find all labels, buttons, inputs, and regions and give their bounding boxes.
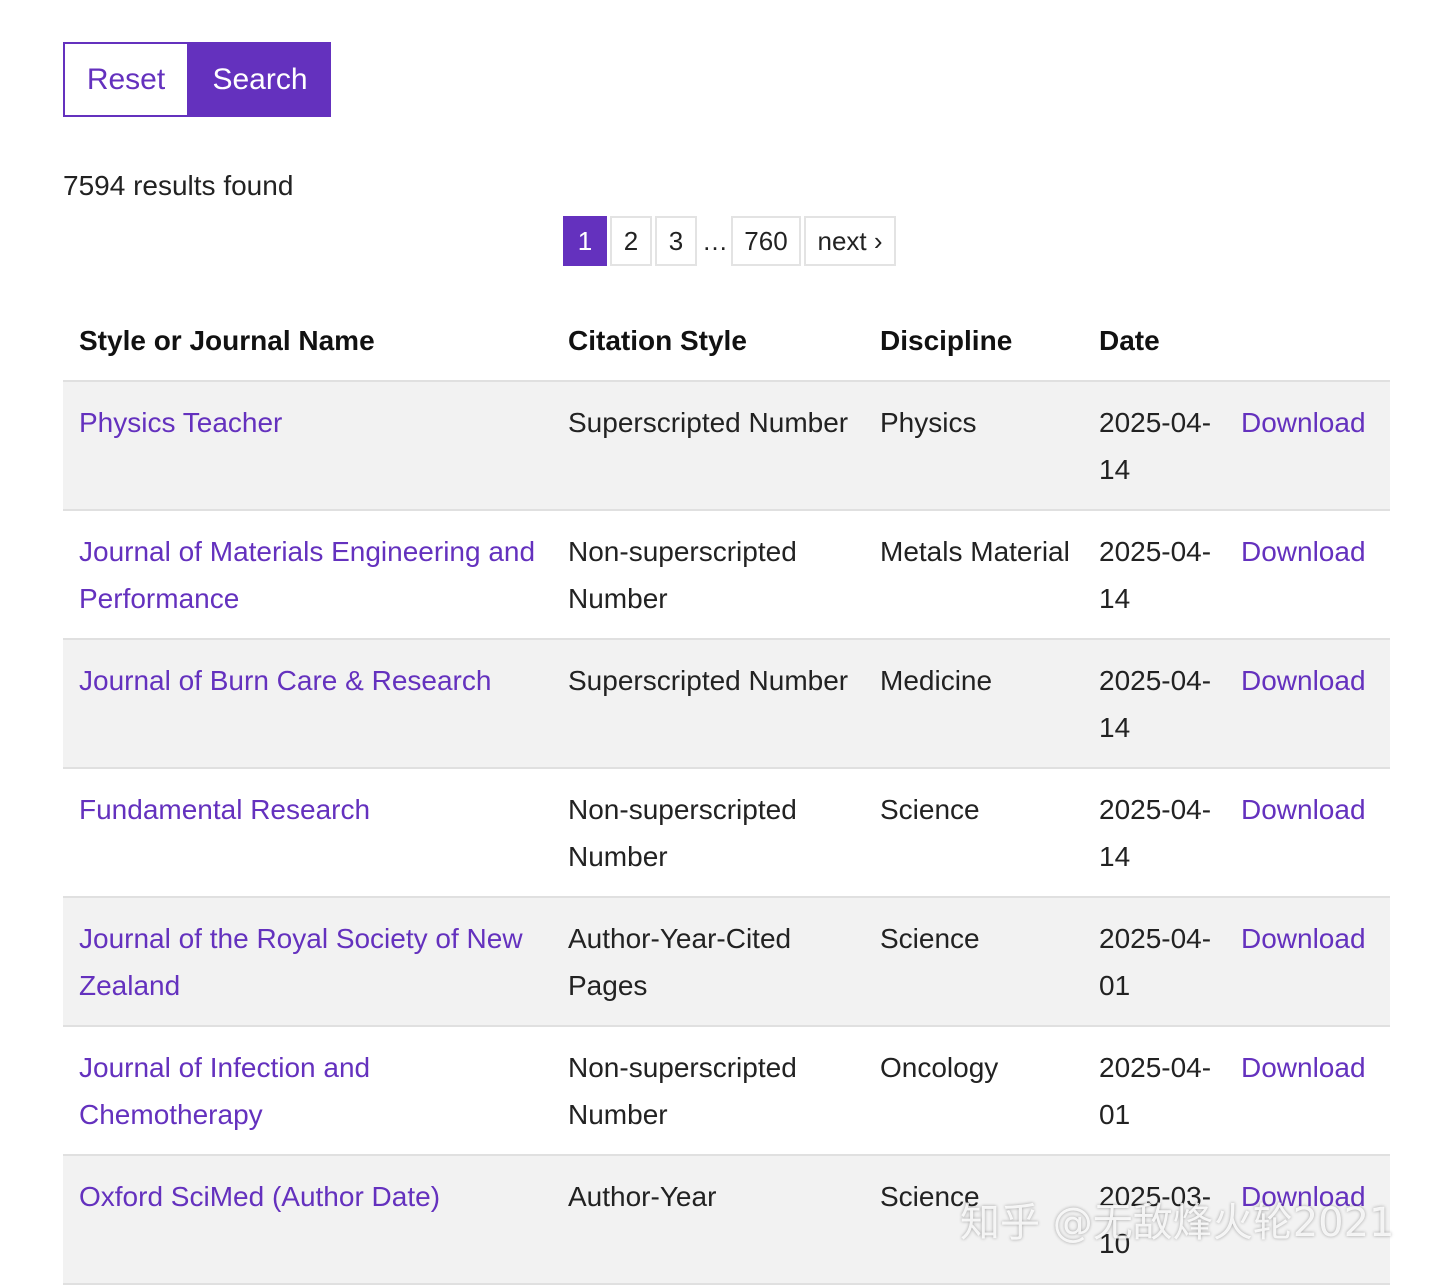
discipline: Science — [864, 1155, 1083, 1285]
discipline: Medicine — [864, 639, 1083, 769]
date: 2025-04-01 — [1083, 1026, 1225, 1156]
discipline: Physics — [864, 381, 1083, 511]
download-link[interactable]: Download — [1225, 639, 1390, 769]
date: 2025-04-01 — [1083, 897, 1225, 1027]
journal-name-link[interactable]: Physics Teacher — [63, 381, 552, 511]
download-link[interactable]: Download — [1225, 381, 1390, 511]
download-link[interactable]: Download — [1225, 768, 1390, 898]
journal-name-link[interactable]: Oxford SciMed (Author Date) — [63, 1155, 552, 1285]
journal-name-link[interactable]: Journal of Infection and Chemotherapy — [63, 1026, 552, 1156]
citation-style: Non-superscripted Number — [552, 1026, 864, 1156]
citation-style: Author-Year — [552, 1155, 864, 1285]
journal-name-link[interactable]: Journal of Materials Engineering and Per… — [63, 510, 552, 640]
journal-name-link[interactable]: Fundamental Research — [63, 768, 552, 898]
page-2-link[interactable]: 2 — [610, 216, 652, 266]
citation-style: Superscripted Number — [552, 381, 864, 511]
download-link[interactable]: Download — [1225, 897, 1390, 1027]
date: 2025-04-14 — [1083, 768, 1225, 898]
table-header-row: Style or Journal Name Citation Style Dis… — [63, 302, 1390, 382]
date: 2025-03-10 — [1083, 1155, 1225, 1285]
header-citation-style: Citation Style — [552, 302, 864, 382]
discipline: Oncology — [864, 1026, 1083, 1156]
download-link[interactable]: Download — [1225, 510, 1390, 640]
search-button[interactable]: Search — [189, 42, 331, 117]
discipline: Metals Material — [864, 510, 1083, 640]
download-link[interactable]: Download — [1225, 1155, 1390, 1285]
citation-style: Superscripted Number — [552, 639, 864, 769]
page-1-link[interactable]: 1 — [563, 216, 607, 266]
table-row: Journal of Materials Engineering and Per… — [63, 510, 1390, 640]
date: 2025-04-14 — [1083, 381, 1225, 511]
page-last-link[interactable]: 760 — [731, 216, 801, 266]
date: 2025-04-14 — [1083, 639, 1225, 769]
table-row: Fundamental Research Non-superscripted N… — [63, 768, 1390, 898]
page-3-link[interactable]: 3 — [655, 216, 697, 266]
table-row: Physics Teacher Superscripted Number Phy… — [63, 381, 1390, 511]
table-row: Journal of Infection and Chemotherapy No… — [63, 1026, 1390, 1156]
discipline: Science — [864, 897, 1083, 1027]
journal-name-link[interactable]: Journal of the Royal Society of New Zeal… — [63, 897, 552, 1027]
citation-style: Author-Year-Cited Pages — [552, 897, 864, 1027]
pagination: 1 2 3 … 760 next › — [563, 216, 899, 266]
citation-style: Non-superscripted Number — [552, 510, 864, 640]
date: 2025-04-14 — [1083, 510, 1225, 640]
table-row: Oxford SciMed (Author Date) Author-Year … — [63, 1155, 1390, 1285]
header-name: Style or Journal Name — [63, 302, 552, 382]
styles-table: Style or Journal Name Citation Style Dis… — [63, 302, 1390, 1285]
citation-style: Non-superscripted Number — [552, 768, 864, 898]
journal-name-link[interactable]: Journal of Burn Care & Research — [63, 639, 552, 769]
reset-button[interactable]: Reset — [63, 42, 189, 117]
table-row: Journal of the Royal Society of New Zeal… — [63, 897, 1390, 1027]
header-action — [1225, 302, 1390, 382]
table-row: Journal of Burn Care & Research Superscr… — [63, 639, 1390, 769]
results-count: 7594 results found — [63, 170, 294, 201]
discipline: Science — [864, 768, 1083, 898]
pagination-ellipsis: … — [702, 225, 728, 256]
download-link[interactable]: Download — [1225, 1026, 1390, 1156]
header-discipline: Discipline — [864, 302, 1083, 382]
next-page-link[interactable]: next › — [804, 216, 896, 266]
search-controls: Reset Search — [63, 42, 331, 117]
header-date: Date — [1083, 302, 1225, 382]
